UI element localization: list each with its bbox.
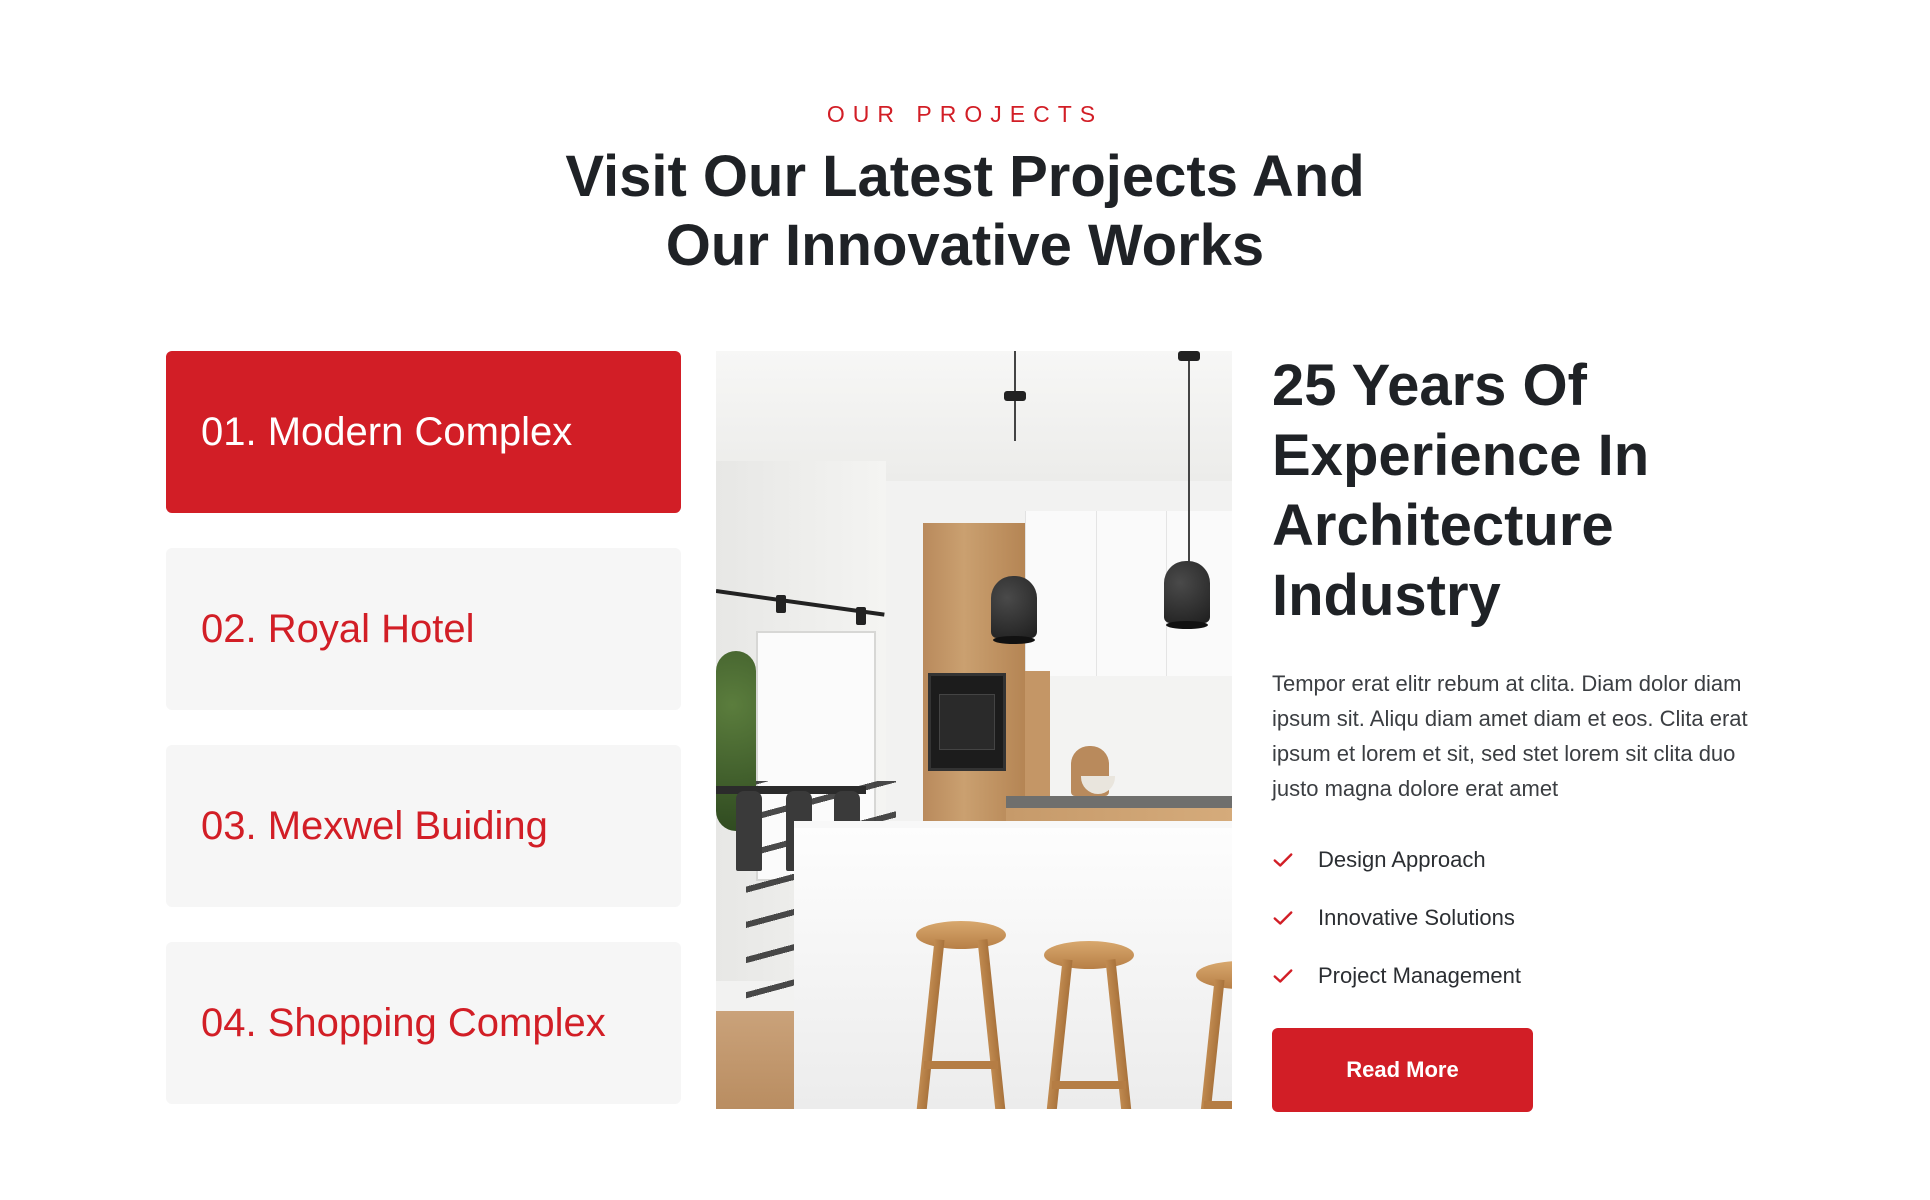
photo-stool-seat — [916, 921, 1006, 949]
photo-spotlight — [776, 595, 786, 613]
photo-kitchen-island — [794, 828, 1232, 1109]
feature-item: Innovative Solutions — [1272, 889, 1782, 947]
project-image — [716, 351, 1232, 1109]
photo-stool — [1189, 961, 1232, 1109]
photo-pendant-lamp — [1164, 561, 1210, 629]
project-heading: 25 Years Of Experience In Architecture I… — [1272, 351, 1782, 631]
photo-pendant-cord — [1188, 351, 1190, 571]
projects-section: OUR PROJECTS Visit Our Latest Projects A… — [0, 0, 1930, 1200]
photo-stool — [909, 921, 1013, 1109]
photo-oven — [928, 673, 1006, 771]
project-tab-mexwel-building[interactable]: 03. Mexwel Buiding — [166, 745, 681, 907]
project-description: Tempor erat elitr rebum at clita. Diam d… — [1272, 671, 1748, 801]
project-heading-line-3: Architecture — [1272, 493, 1614, 558]
section-title: Visit Our Latest Projects And Our Innova… — [565, 142, 1365, 280]
photo-spotlight — [856, 607, 866, 625]
photo-pendant-lamp — [991, 576, 1037, 644]
feature-label: Design Approach — [1318, 847, 1486, 872]
feature-item: Project Management — [1272, 947, 1782, 1005]
section-eyebrow: OUR PROJECTS — [826, 101, 1104, 127]
project-details: 25 Years Of Experience In Architecture I… — [1272, 351, 1782, 1005]
photo-oven-glass — [939, 694, 995, 750]
project-heading-line-2: Experience In — [1272, 423, 1650, 488]
photo-pendant-cap — [1004, 391, 1026, 401]
section-title-line-1: Visit Our Latest Projects And — [565, 144, 1365, 209]
feature-list: Design Approach Innovative Solutions Pro… — [1272, 831, 1782, 1005]
feature-item: Design Approach — [1272, 831, 1782, 889]
feature-label: Innovative Solutions — [1318, 905, 1515, 930]
project-heading-line-1: 25 Years Of — [1272, 353, 1587, 418]
photo-stool — [1037, 941, 1141, 1109]
photo-stool-ring — [1204, 1101, 1232, 1109]
photo-chair — [736, 791, 762, 871]
check-icon — [1273, 853, 1293, 867]
check-icon — [1273, 969, 1293, 983]
photo-stool-ring — [1052, 1081, 1126, 1089]
photo-stool-seat — [1044, 941, 1134, 969]
read-more-button[interactable]: Read More — [1272, 1028, 1533, 1112]
photo-stool-ring — [924, 1061, 998, 1069]
project-tab-modern-complex[interactable]: 01. Modern Complex — [166, 351, 681, 513]
project-tab-royal-hotel[interactable]: 02. Royal Hotel — [166, 548, 681, 710]
project-heading-line-4: Industry — [1272, 563, 1501, 628]
project-tabs: 01. Modern Complex 02. Royal Hotel 03. M… — [166, 351, 681, 1104]
photo-pendant-cap — [1178, 351, 1200, 361]
photo-back-counter — [1006, 796, 1232, 808]
project-tab-shopping-complex[interactable]: 04. Shopping Complex — [166, 942, 681, 1104]
feature-label: Project Management — [1318, 963, 1521, 988]
check-icon — [1273, 911, 1293, 925]
photo-floor — [716, 1011, 794, 1109]
section-title-line-2: Our Innovative Works — [665, 213, 1265, 278]
